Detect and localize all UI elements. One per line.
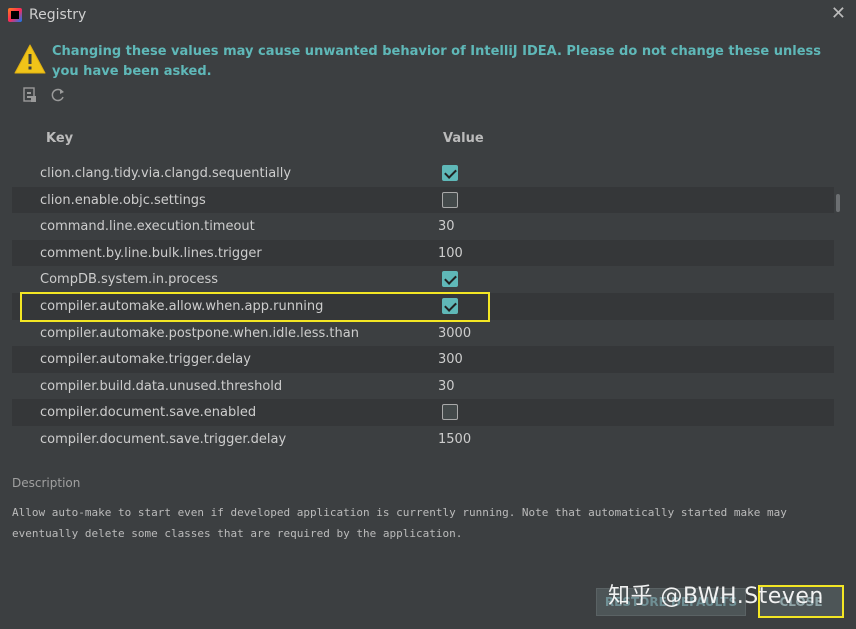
table-row[interactable]: CompDB.system.in.process	[12, 266, 834, 293]
column-header-key[interactable]: Key	[46, 131, 73, 146]
intellij-logo-icon	[8, 8, 22, 22]
row-key: command.line.execution.timeout	[40, 219, 255, 235]
registry-dialog: Registry ✕ Changing these values may cau…	[0, 0, 856, 629]
row-key: CompDB.system.in.process	[40, 272, 219, 288]
checkbox-checked[interactable]	[442, 271, 458, 288]
row-key: compiler.automake.trigger.delay	[40, 352, 251, 368]
row-key: clion.enable.objc.settings	[40, 192, 206, 208]
window-title: Registry	[29, 7, 87, 23]
table-row[interactable]: compiler.document.save.enabled	[12, 399, 834, 426]
warning-message: Changing these values may cause unwanted…	[52, 44, 822, 79]
table-row[interactable]: compiler.automake.allow.when.app.running	[12, 292, 834, 320]
table-header: Key Value	[12, 118, 834, 161]
column-header-value[interactable]: Value	[443, 131, 484, 146]
row-value[interactable]: 30	[438, 219, 455, 234]
scrollbar-thumb[interactable]	[836, 194, 840, 212]
row-key: clion.clang.tidy.via.clangd.sequentially	[40, 166, 292, 181]
table-row[interactable]: compiler.document.save.trigger.delay 1500	[12, 425, 834, 453]
table-scrollbar[interactable]	[833, 160, 843, 456]
row-key: compiler.build.data.unused.threshold	[40, 378, 283, 394]
row-key: compiler.automake.allow.when.app.running	[40, 298, 324, 314]
registry-table: Key Value clion.clang.tidy.via.clangd.se…	[12, 118, 834, 456]
checkbox-unchecked[interactable]	[442, 191, 458, 208]
checkbox-unchecked[interactable]	[442, 404, 458, 421]
checkbox-checked[interactable]	[442, 165, 458, 181]
table-row[interactable]: clion.clang.tidy.via.clangd.sequentially	[12, 160, 834, 187]
row-key: compiler.document.save.trigger.delay	[40, 431, 287, 447]
row-value[interactable]: 30	[438, 379, 455, 394]
row-key: compiler.automake.postpone.when.idle.les…	[40, 325, 359, 341]
row-key: comment.by.line.bulk.lines.trigger	[40, 245, 262, 261]
title-bar[interactable]: Registry ✕	[0, 0, 856, 30]
table-row[interactable]: compiler.build.data.unused.threshold 30	[12, 372, 834, 400]
close-button[interactable]: CLOSE	[758, 585, 844, 618]
row-value[interactable]: 100	[438, 246, 463, 261]
table-row[interactable]: clion.enable.objc.settings	[12, 186, 834, 214]
row-value[interactable]: 300	[438, 352, 463, 367]
description-label: Description	[12, 476, 81, 490]
table-row[interactable]: command.line.execution.timeout 30	[12, 213, 834, 240]
table-row[interactable]: compiler.automake.postpone.when.idle.les…	[12, 319, 834, 347]
restore-file-icon[interactable]	[22, 87, 38, 103]
row-value[interactable]: 1500	[438, 432, 471, 447]
row-value[interactable]: 3000	[438, 326, 471, 341]
description-text: Allow auto-make to start even if develop…	[12, 506, 787, 540]
table-body: clion.clang.tidy.via.clangd.sequentially…	[12, 160, 834, 453]
refresh-icon[interactable]	[50, 87, 66, 103]
close-icon[interactable]: ✕	[831, 5, 846, 23]
checkbox-checked[interactable]	[442, 297, 458, 314]
warning-icon	[14, 44, 46, 74]
row-key: compiler.document.save.enabled	[40, 405, 257, 421]
table-row[interactable]: compiler.automake.trigger.delay 300	[12, 346, 834, 373]
table-row[interactable]: comment.by.line.bulk.lines.trigger 100	[12, 239, 834, 267]
restore-defaults-button[interactable]: RESTORE DEFAULTS	[596, 588, 746, 616]
